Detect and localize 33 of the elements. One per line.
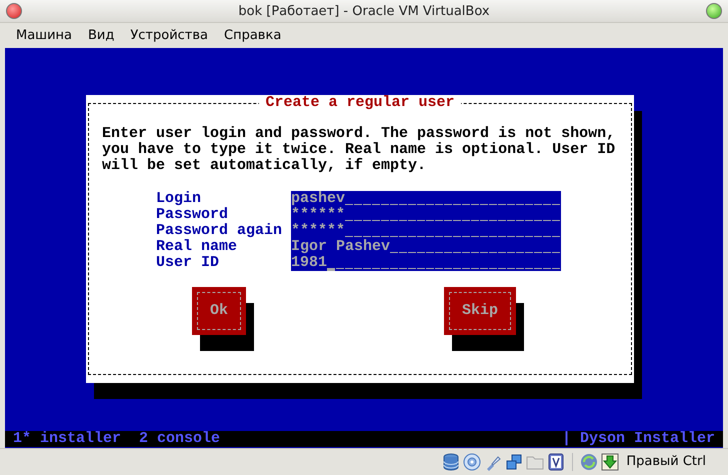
close-button[interactable] [6, 3, 22, 19]
input-field[interactable]: ****** [291, 223, 561, 239]
message-line: you have to type it twice. Real name is optional. User ID [102, 142, 616, 158]
network-icon[interactable] [505, 452, 524, 470]
menu-item[interactable]: Машина [8, 26, 80, 45]
console-title: | Dyson Installer [562, 431, 715, 447]
display-icon[interactable] [547, 452, 566, 470]
menu-item[interactable]: Справка [216, 26, 290, 45]
host-key-label: Правый Ctrl [626, 454, 706, 469]
maximize-button[interactable] [706, 3, 722, 19]
message-line: Enter user login and password. The password is not shown, [102, 126, 616, 142]
dialog-title: Create a regular user [259, 95, 461, 111]
message-line: will be set automatically, if empty. [102, 158, 428, 174]
console-tab[interactable]: 2 console [139, 431, 220, 447]
sync-icon[interactable] [580, 452, 598, 470]
menu-item[interactable]: Устройства [122, 26, 216, 45]
disc-icon[interactable] [463, 452, 482, 470]
input-field[interactable]: Igor Pashev [291, 239, 561, 255]
console-tab[interactable]: 1* installer [13, 431, 122, 447]
field-label: Real name [156, 239, 238, 255]
field-label: Password [156, 207, 230, 223]
field-label: Login [156, 191, 202, 207]
dialog-button[interactable]: Skip [444, 287, 516, 335]
input-field[interactable]: ****** [291, 207, 561, 223]
hard-disk-icon[interactable] [442, 452, 460, 470]
window-title: bok [Работает] - Oracle VM VirtualBox [237, 4, 491, 18]
dialog-button[interactable]: Ok [192, 287, 246, 335]
download-icon[interactable] [601, 452, 620, 470]
input-field[interactable]: 1981 [291, 255, 561, 271]
menu-item[interactable]: Вид [80, 26, 122, 45]
field-label: Password again [156, 223, 284, 239]
input-field[interactable]: pashev [291, 191, 561, 207]
field-label: User ID [156, 255, 220, 271]
